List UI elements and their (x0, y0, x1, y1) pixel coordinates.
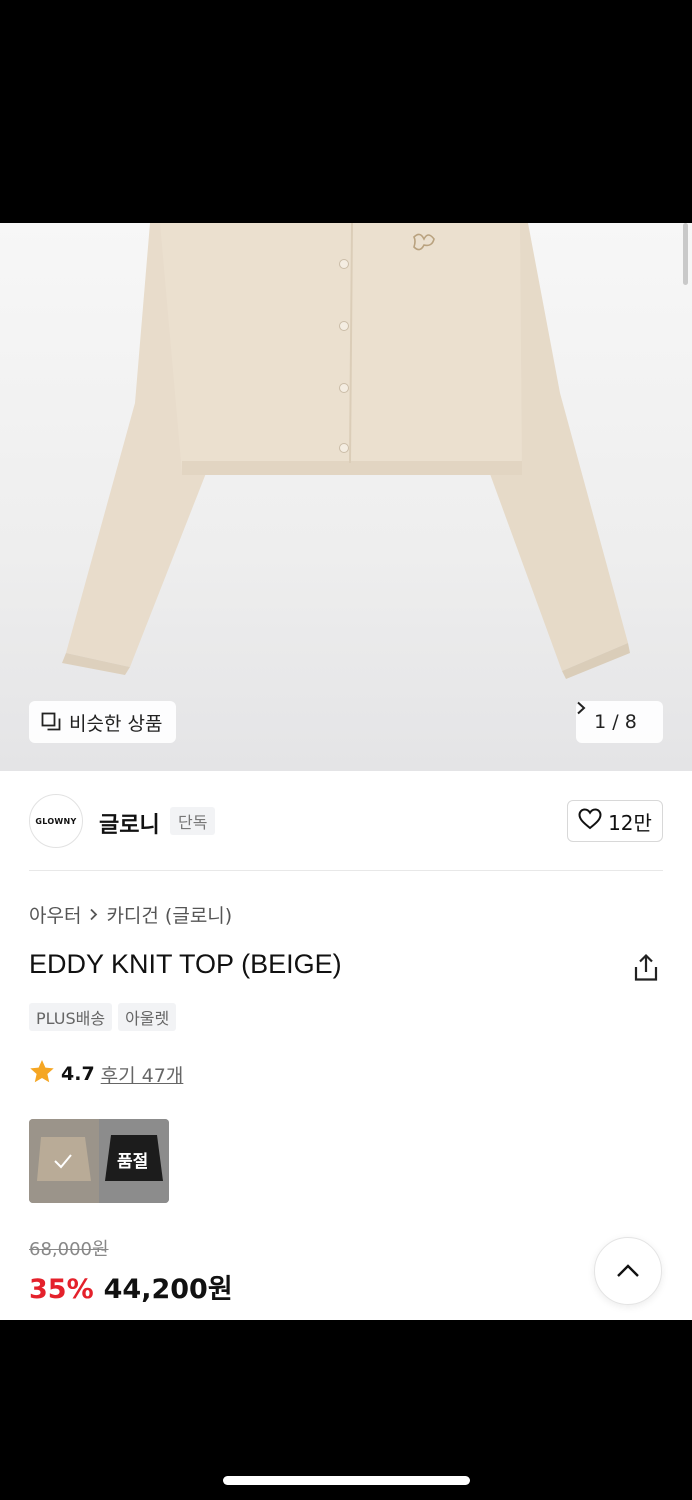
breadcrumb-category[interactable]: 아우터 (29, 901, 81, 928)
brand-row: GLOWNY 글로니 단독 12만 (0, 771, 692, 871)
heart-icon (578, 807, 602, 835)
product-image[interactable]: 비슷한 상품 1 / 8 (0, 223, 692, 771)
rating: 4.7 후기 47개 (29, 1059, 183, 1089)
breadcrumb-subcategory[interactable]: 카디건 (글로니) (106, 901, 232, 928)
image-pager[interactable]: 1 / 8 (576, 701, 663, 743)
brand-name[interactable]: 글로니 (99, 807, 160, 839)
price-row: 35% 44,200원 (29, 1267, 233, 1306)
tag-plus-delivery: PLUS배송 (29, 1003, 113, 1031)
review-link[interactable]: 후기 47개 (101, 1061, 184, 1088)
similar-products-label: 비슷한 상품 (69, 712, 163, 735)
color-options: 품절 (29, 1119, 169, 1203)
similar-icon (41, 712, 61, 732)
rating-score: 4.7 (61, 1063, 95, 1085)
product-tags: PLUS배송 아울렛 (29, 1003, 177, 1031)
check-icon (51, 1149, 75, 1173)
home-indicator[interactable] (223, 1476, 470, 1485)
scrollbar[interactable] (683, 223, 688, 285)
discount-rate: 35% (29, 1274, 94, 1305)
sale-price: 44,200원 (103, 1274, 233, 1305)
brand-logo[interactable]: GLOWNY (29, 794, 83, 848)
pager-text: 1 / 8 (594, 711, 637, 733)
similar-products-button[interactable]: 비슷한 상품 (29, 701, 177, 743)
like-count: 12만 (608, 810, 652, 835)
chevron-right-icon (89, 904, 98, 926)
sold-out-label: 품절 (117, 1152, 149, 1172)
chevron-up-icon (617, 1264, 639, 1277)
scroll-top-button[interactable] (594, 1237, 662, 1305)
exclusive-badge: 단독 (170, 807, 216, 835)
breadcrumb: 아우터 카디건 (글로니) (29, 901, 232, 928)
bottom-bar (0, 1320, 692, 1500)
share-icon (634, 953, 658, 981)
like-button[interactable]: 12만 (567, 800, 663, 842)
divider (29, 870, 663, 871)
tag-outlet: 아울렛 (118, 1003, 177, 1031)
cardigan-illustration (62, 223, 630, 679)
status-area (0, 0, 692, 223)
star-icon (29, 1059, 55, 1089)
product-page: 비슷한 상품 1 / 8 GLOWNY 글로니 단독 12만 아우터 카디건 (… (0, 223, 692, 1320)
original-price: 68,000원 (29, 1239, 109, 1260)
share-button[interactable] (632, 953, 660, 983)
product-title: EDDY KNIT TOP (BEIGE) (29, 949, 342, 979)
